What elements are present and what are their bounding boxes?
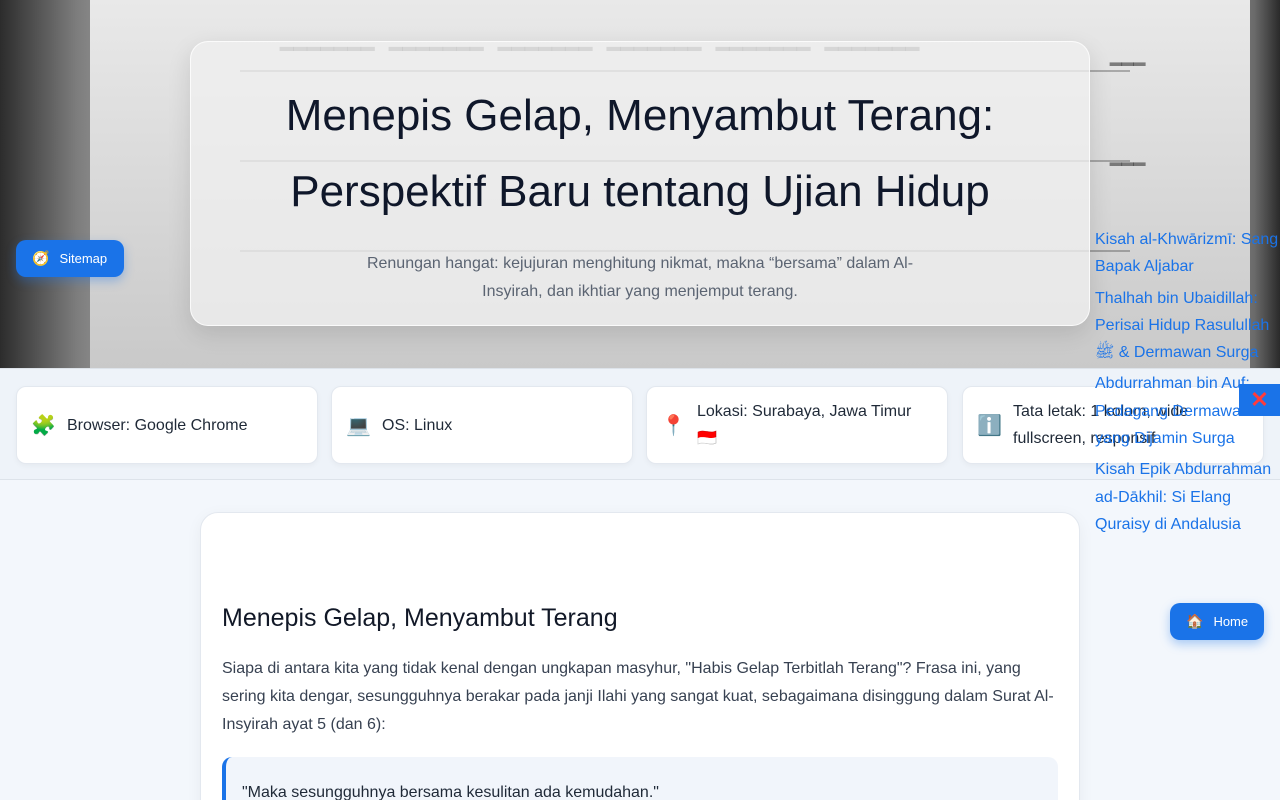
info-strip: 🧩 Browser: Google Chrome 💻 OS: Linux 📍 L… <box>0 368 1280 480</box>
info-text: Browser: Google Chrome <box>67 416 248 434</box>
close-button[interactable]: ✕ <box>1239 384 1280 416</box>
laptop-icon: 💻 <box>346 414 371 437</box>
hero-background-script: ـــ <box>1110 30 1146 76</box>
page-subtitle: Renungan hangat: kejujuran menghitung ni… <box>366 255 914 300</box>
sitemap-label: Sitemap <box>59 251 108 266</box>
hero-background-script: ـــ <box>1110 130 1146 176</box>
info-card-os: 💻 OS: Linux <box>331 386 633 464</box>
home-button[interactable]: 🏠 Home <box>1170 603 1264 640</box>
sitemap-button[interactable]: 🧭 Sitemap <box>16 240 124 277</box>
article-quote: "Maka sesungguhnya bersama kesulitan ada… <box>222 757 1058 800</box>
related-link[interactable]: Kisah al-Khwārizmī: Sang Bapak Aljabar <box>1095 226 1280 281</box>
article-paragraph: Siapa di antara kita yang tidak kenal de… <box>222 660 1054 733</box>
hero-banner: ـــــــ ـــــــ ـــــــ ـــــــ ـــــــ … <box>0 0 1280 368</box>
pin-icon: 📍 <box>661 414 686 437</box>
article-card: Menepis Gelap, Menyambut Terang Siapa di… <box>200 512 1080 800</box>
hero-card: Menepis Gelap, Menyambut Terang: Perspek… <box>190 41 1090 326</box>
house-icon: 🏠 <box>1186 613 1204 629</box>
compass-icon: 🧭 <box>32 250 50 266</box>
puzzle-icon: 🧩 <box>31 414 56 437</box>
info-text: Lokasi: Surabaya, Jawa Timur 🇮🇩 <box>697 403 912 447</box>
info-text: OS: Linux <box>382 416 453 434</box>
close-icon: ✕ <box>1250 387 1269 412</box>
info-icon: ℹ️ <box>977 414 1002 437</box>
home-label: Home <box>1213 614 1249 629</box>
related-link[interactable]: Kisah Epik Abdurrahman ad-Dākhil: Si Ela… <box>1095 456 1280 538</box>
info-card-browser: 🧩 Browser: Google Chrome <box>16 386 318 464</box>
related-link[interactable]: Thalhah bin Ubaidillah: Perisai Hidup Ra… <box>1095 285 1280 367</box>
info-card-location: 📍 Lokasi: Surabaya, Jawa Timur 🇮🇩 <box>646 386 948 464</box>
page-title: Menepis Gelap, Menyambut Terang: Perspek… <box>285 91 995 216</box>
article-title: Menepis Gelap, Menyambut Terang <box>222 604 618 632</box>
